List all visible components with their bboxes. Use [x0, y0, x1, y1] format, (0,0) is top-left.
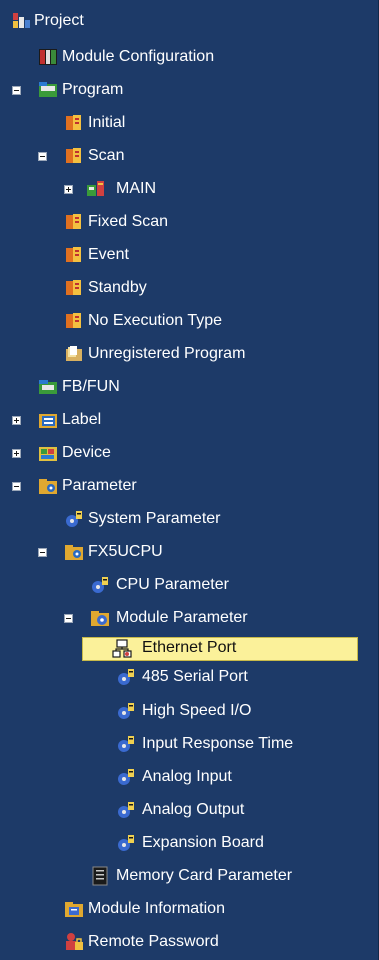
tree-item-label: CPU Parameter [116, 576, 229, 593]
collapse-toggle-icon[interactable] [64, 614, 73, 623]
collapse-toggle-icon[interactable] [12, 86, 21, 95]
tree-item-label: Module Configuration [62, 48, 215, 65]
tree-item-high-speed-io[interactable]: High Speed I/O [0, 698, 379, 724]
expand-toggle-icon[interactable] [12, 416, 21, 425]
tree-item-main[interactable]: MAIN [0, 176, 379, 202]
parameter-gear-icon [64, 509, 84, 529]
parameter-gear-icon [116, 767, 136, 787]
tree-item-cpu-parameter[interactable]: CPU Parameter [0, 572, 379, 598]
tree-item-standby[interactable]: Standby [0, 275, 379, 301]
tree-item-input-response-time[interactable]: Input Response Time [0, 731, 379, 757]
tree-item-label: High Speed I/O [142, 702, 252, 719]
tree-item-label: Project [34, 12, 84, 29]
tree-item-label: Memory Card Parameter [116, 867, 293, 884]
tree-item-parameter[interactable]: Parameter [0, 473, 379, 499]
tree-item-label: Remote Password [88, 933, 219, 950]
tree-item-initial[interactable]: Initial [0, 110, 379, 136]
program-file-icon [64, 245, 84, 265]
tree-item-label: Scan [88, 147, 125, 164]
unregistered-program-icon [64, 344, 84, 364]
parameter-gear-icon [116, 734, 136, 754]
tree-item-unregistered-program[interactable]: Unregistered Program [0, 341, 379, 367]
tree-item-module-configuration[interactable]: Module Configuration [0, 44, 379, 70]
parameter-folder-icon [64, 542, 84, 562]
fb-fun-icon [38, 377, 58, 397]
tree-item-program[interactable]: Program [0, 77, 379, 103]
tree-item-device[interactable]: Device [0, 440, 379, 466]
tree-item-remote-password[interactable]: Remote Password [0, 929, 379, 955]
collapse-toggle-icon[interactable] [12, 482, 21, 491]
collapse-toggle-icon[interactable] [38, 548, 47, 557]
parameter-gear-icon [116, 701, 136, 721]
tree-item-485-serial-port[interactable]: 485 Serial Port [0, 664, 379, 690]
tree-item-label: Input Response Time [142, 735, 294, 752]
program-file-icon [64, 212, 84, 232]
expand-toggle-icon[interactable] [12, 449, 21, 458]
tree-item-expansion-board[interactable]: Expansion Board [0, 830, 379, 856]
main-program-icon [86, 179, 106, 199]
tree-item-fx5ucpu[interactable]: FX5UCPU [0, 539, 379, 565]
tree-item-fb-fun[interactable]: FB/FUN [0, 374, 379, 400]
tree-item-label: Device [62, 444, 111, 461]
module-info-icon [64, 899, 84, 919]
tree-item-label: Module Parameter [116, 609, 248, 626]
tree-item-label: No Execution Type [88, 312, 223, 329]
project-tree[interactable]: Project Module Configuration Program Ini… [0, 0, 379, 960]
device-icon [38, 443, 58, 463]
program-file-icon [64, 113, 84, 133]
parameter-gear-icon [90, 575, 110, 595]
collapse-toggle-icon[interactable] [38, 152, 47, 161]
tree-item-scan[interactable]: Scan [0, 143, 379, 169]
tree-item-label: Parameter [62, 477, 137, 494]
tree-item-label: Analog Input [142, 768, 232, 785]
tree-item-project[interactable]: Project [0, 8, 379, 34]
tree-item-analog-input[interactable]: Analog Input [0, 764, 379, 790]
program-file-icon [64, 146, 84, 166]
tree-item-label: Unregistered Program [88, 345, 246, 362]
tree-item-label: Program [62, 81, 124, 98]
tree-item-label: FX5UCPU [88, 543, 163, 560]
parameter-gear-icon [116, 833, 136, 853]
label-icon [38, 410, 58, 430]
tree-item-label: Fixed Scan [88, 213, 169, 230]
tree-item-module-parameter[interactable]: Module Parameter [0, 605, 379, 631]
tree-item-system-parameter[interactable]: System Parameter [0, 506, 379, 532]
module-config-icon [38, 47, 58, 67]
tree-item-label: 485 Serial Port [142, 668, 248, 685]
parameter-gear-icon [116, 800, 136, 820]
tree-item-analog-output[interactable]: Analog Output [0, 797, 379, 823]
module-parameter-icon [90, 608, 110, 628]
program-file-icon [64, 311, 84, 331]
program-file-icon [64, 278, 84, 298]
tree-item-label: Standby [88, 279, 147, 296]
tree-item-label: Ethernet Port [142, 639, 237, 656]
tree-item-label: Initial [88, 114, 126, 131]
tree-item-label: Module Information [88, 900, 225, 917]
tree-item-label: Analog Output [142, 801, 245, 818]
expand-toggle-icon[interactable] [64, 185, 73, 194]
tree-item-label: Event [88, 246, 129, 263]
tree-item-ethernet-port[interactable]: Ethernet Port [0, 635, 379, 661]
program-folder-icon [38, 80, 58, 100]
memory-card-icon [90, 866, 110, 886]
tree-item-fixed-scan[interactable]: Fixed Scan [0, 209, 379, 235]
tree-item-label: FB/FUN [62, 378, 120, 395]
project-icon [12, 11, 32, 31]
tree-item-label: Expansion Board [142, 834, 264, 851]
tree-item-label: MAIN [116, 180, 156, 197]
parameter-gear-icon [116, 667, 136, 687]
parameter-folder-icon [38, 476, 58, 496]
remote-password-icon [64, 932, 84, 952]
tree-item-memory-card-parameter[interactable]: Memory Card Parameter [0, 863, 379, 889]
tree-item-event[interactable]: Event [0, 242, 379, 268]
tree-item-label: Label [62, 411, 102, 428]
ethernet-port-icon [112, 639, 132, 659]
tree-item-no-execution-type[interactable]: No Execution Type [0, 308, 379, 334]
tree-item-label: System Parameter [88, 510, 221, 527]
tree-item-label-folder[interactable]: Label [0, 407, 379, 433]
tree-item-module-information[interactable]: Module Information [0, 896, 379, 922]
